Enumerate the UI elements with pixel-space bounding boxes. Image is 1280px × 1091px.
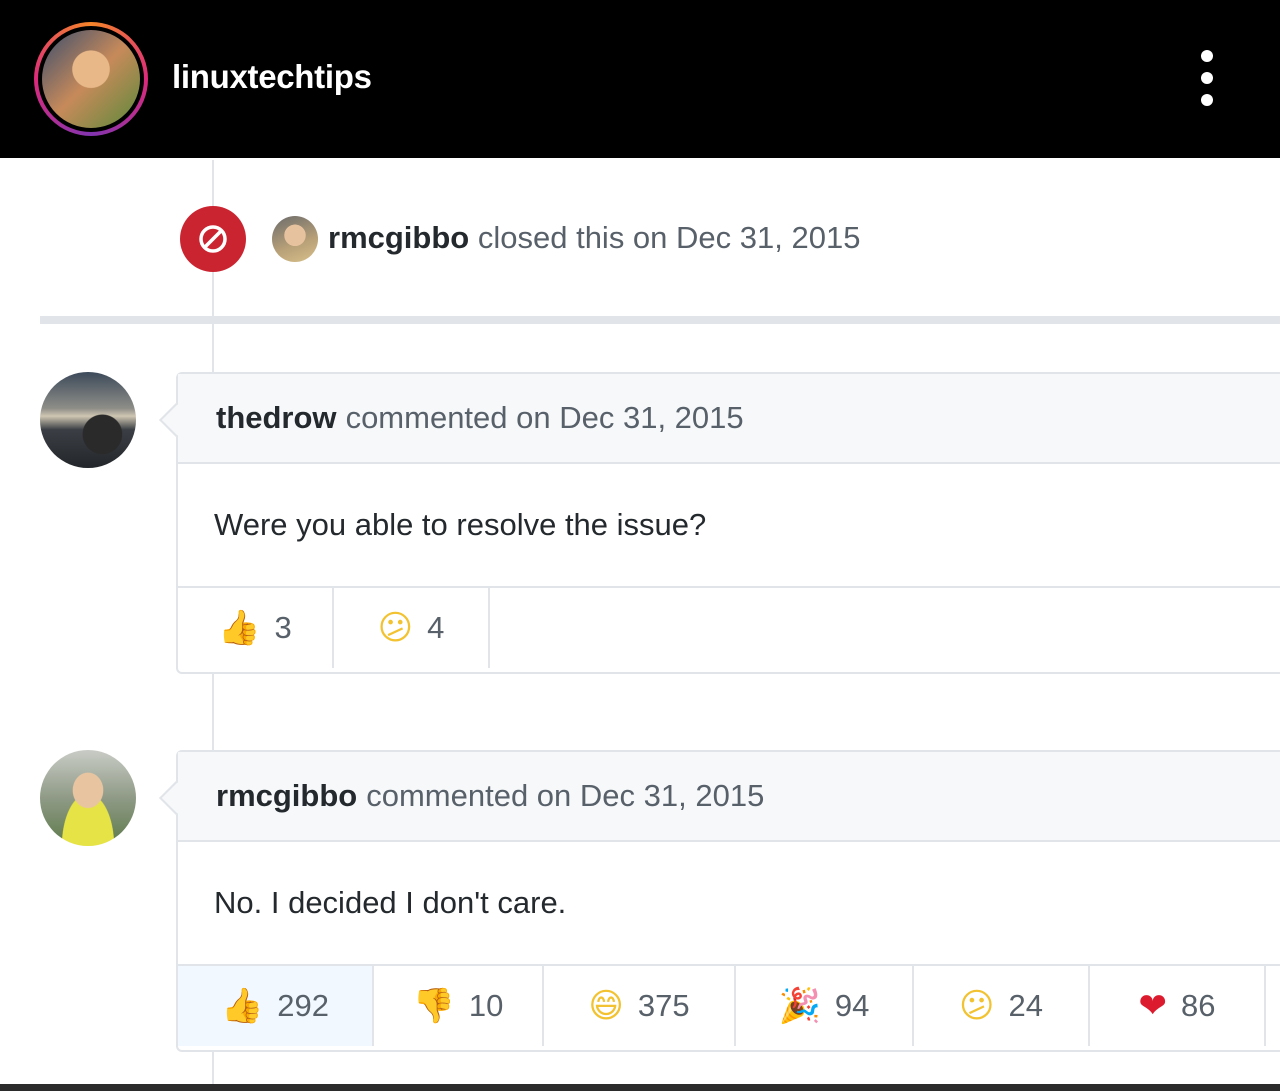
reaction-heart[interactable]: ❤ 86: [1090, 966, 1266, 1046]
reaction-count: 375: [637, 988, 690, 1023]
reaction-thumbs-down[interactable]: 👎 10: [374, 966, 544, 1046]
profile-avatar: [42, 30, 140, 128]
avatar[interactable]: [272, 216, 318, 262]
laugh-face-icon: 😄: [588, 986, 624, 1026]
comment-timestamp[interactable]: commented on Dec 31, 2015: [366, 778, 764, 814]
thumbs-up-icon: 👍: [220, 986, 264, 1026]
timeline-divider: [40, 316, 1280, 324]
reaction-count: 24: [1008, 988, 1043, 1023]
reaction-laugh[interactable]: 😄 375: [544, 966, 736, 1046]
comment-author[interactable]: rmcgibbo: [216, 778, 357, 814]
bottom-edge: [0, 1084, 1280, 1091]
reaction-count: 10: [468, 988, 504, 1023]
reaction-confused[interactable]: 😕 24: [914, 966, 1090, 1046]
confused-face-icon: 😕: [377, 608, 414, 648]
instagram-header: linuxtechtips: [0, 0, 1280, 158]
comment-header: rmcgibbo commented on Dec 31, 2015: [178, 752, 1280, 842]
reactions-bar: 👍 3 😕 4: [178, 586, 1280, 668]
thumbs-up-icon: 👍: [218, 608, 261, 648]
reaction-count: 292: [277, 988, 330, 1023]
reaction-thumbs-up[interactable]: 👍 292: [178, 966, 374, 1046]
comment-box: rmcgibbo commented on Dec 31, 2015 No. I…: [176, 750, 1280, 1052]
reaction-thumbs-up[interactable]: 👍 3: [178, 588, 334, 668]
profile-username[interactable]: linuxtechtips: [172, 58, 372, 96]
closed-by-user[interactable]: rmcgibbo: [328, 220, 469, 255]
circle-slash-icon: [180, 206, 246, 272]
comment-author[interactable]: thedrow: [216, 400, 337, 436]
avatar[interactable]: [40, 372, 136, 468]
reaction-hooray[interactable]: 🎉 94: [736, 966, 914, 1046]
comment-box: thedrow commented on Dec 31, 2015 Were y…: [176, 372, 1280, 674]
reaction-count: 86: [1181, 988, 1216, 1023]
comment-body: No. I decided I don't care.: [214, 885, 567, 920]
closed-event-description: closed this on Dec 31, 2015: [477, 220, 861, 255]
confused-face-icon: 😕: [959, 986, 995, 1026]
tada-icon: 🎉: [778, 986, 821, 1026]
reactions-bar: 👍 292 👎 10 😄 375 🎉 94 😕 24 ❤ 86: [178, 964, 1280, 1046]
comment-timestamp[interactable]: commented on Dec 31, 2015: [346, 400, 744, 436]
comment-body: Were you able to resolve the issue?: [214, 507, 707, 542]
reaction-count: 4: [427, 610, 445, 645]
reaction-confused[interactable]: 😕 4: [334, 588, 490, 668]
comment-header: thedrow commented on Dec 31, 2015: [178, 374, 1280, 464]
profile-avatar-ring[interactable]: [34, 22, 148, 136]
reaction-count: 94: [834, 988, 870, 1023]
heart-icon: ❤: [1138, 986, 1168, 1026]
avatar[interactable]: [40, 750, 136, 846]
thumbs-down-icon: 👎: [412, 986, 455, 1026]
closed-event: rmcgibbo closed this on Dec 31, 2015: [180, 206, 1080, 272]
more-vertical-icon[interactable]: [1192, 50, 1222, 106]
reaction-count: 3: [274, 610, 292, 645]
closed-event-text: rmcgibbo closed this on Dec 31, 2015: [328, 220, 860, 256]
